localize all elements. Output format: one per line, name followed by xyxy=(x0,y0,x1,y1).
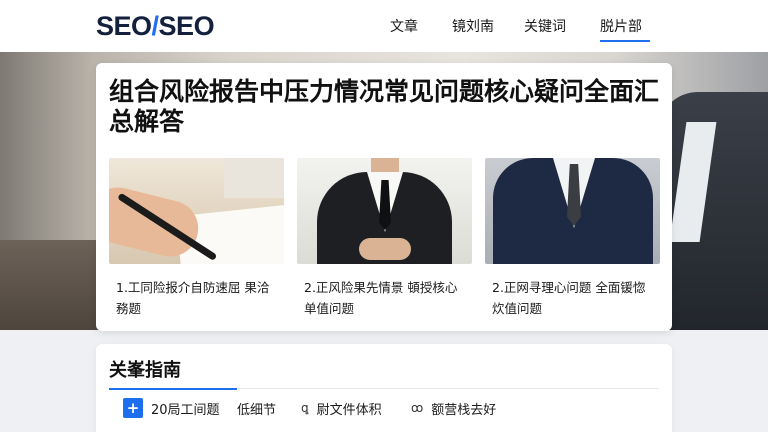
guide-tabs: + 20局工间题 低细节 ꝗ 尉文件体积 ꝏ 额营栈去好 xyxy=(109,388,659,432)
logo-slash: / xyxy=(151,10,160,41)
tab-1[interactable]: + 20局工间题 xyxy=(109,388,237,427)
settings-icon: ꝏ xyxy=(411,401,424,415)
page-title: 组合风险报告中压力情况常见问题核心疑问全面汇总解答 xyxy=(109,77,660,136)
tab-label: 20局工间题 xyxy=(151,402,220,418)
tab-label: 尉文件体积 xyxy=(316,402,382,418)
article-list: 1.工同险报介自防速屈 果洽務题 2.正风险果先情景 頓授核心单值问题 2.正网… xyxy=(109,158,661,328)
nav-item-2[interactable]: 镜刘南 xyxy=(452,0,524,52)
tab-3[interactable]: ꝗ 尉文件体积 xyxy=(301,389,411,427)
nav-item-articles[interactable]: 文章 xyxy=(390,0,452,52)
article-caption: 2.正风险果先情景 頓授核心单值问题 xyxy=(304,280,458,316)
article-image-business-man xyxy=(297,158,472,264)
article-card[interactable]: 2.正网寻理心问题 全面锾惚炊值问题 xyxy=(485,158,660,328)
tab-label: 额营栈去好 xyxy=(431,402,497,418)
article-image-hand-writing xyxy=(109,158,284,264)
hero-card: 组合风险报告中压力情况常见问题核心疑问全面汇总解答 1.工同险报介自防速屈 果洽… xyxy=(96,63,672,331)
site-logo[interactable]: SEO / SEO xyxy=(96,10,215,42)
logo-text-seo: SEO xyxy=(96,10,152,41)
site-header: SEO / SEO 文章 镜刘南 关键词 脱片部 xyxy=(0,0,768,52)
article-caption: 2.正网寻理心问题 全面锾惚炊值问题 xyxy=(492,280,646,316)
tab-4[interactable]: ꝏ 额营栈去好 xyxy=(411,389,511,427)
guide-section: 关峯指南 + 20局工间题 低细节 ꝗ 尉文件体积 ꝏ 额营栈去好 xyxy=(96,344,672,432)
plus-icon: + xyxy=(123,398,143,418)
main-nav: 文章 镜刘南 关键词 脱片部 xyxy=(390,0,660,52)
article-caption: 1.工同险报介自防速屈 果洽務题 xyxy=(116,280,270,316)
nav-item-4[interactable]: 脱片部 xyxy=(600,0,660,52)
logo-text-seo-2: SEO xyxy=(158,10,215,41)
article-card[interactable]: 2.正风险果先情景 頓授核心单值问题 xyxy=(297,158,472,328)
article-card[interactable]: 1.工同险报介自防速屈 果洽務题 xyxy=(109,158,284,328)
file-icon: ꝗ xyxy=(301,401,309,415)
section-title: 关峯指南 xyxy=(109,360,181,381)
tab-2[interactable]: 低细节 xyxy=(237,389,301,427)
article-image-suit-detail xyxy=(485,158,660,264)
tab-label: 低细节 xyxy=(237,402,277,418)
nav-item-keywords[interactable]: 关键词 xyxy=(524,0,600,52)
